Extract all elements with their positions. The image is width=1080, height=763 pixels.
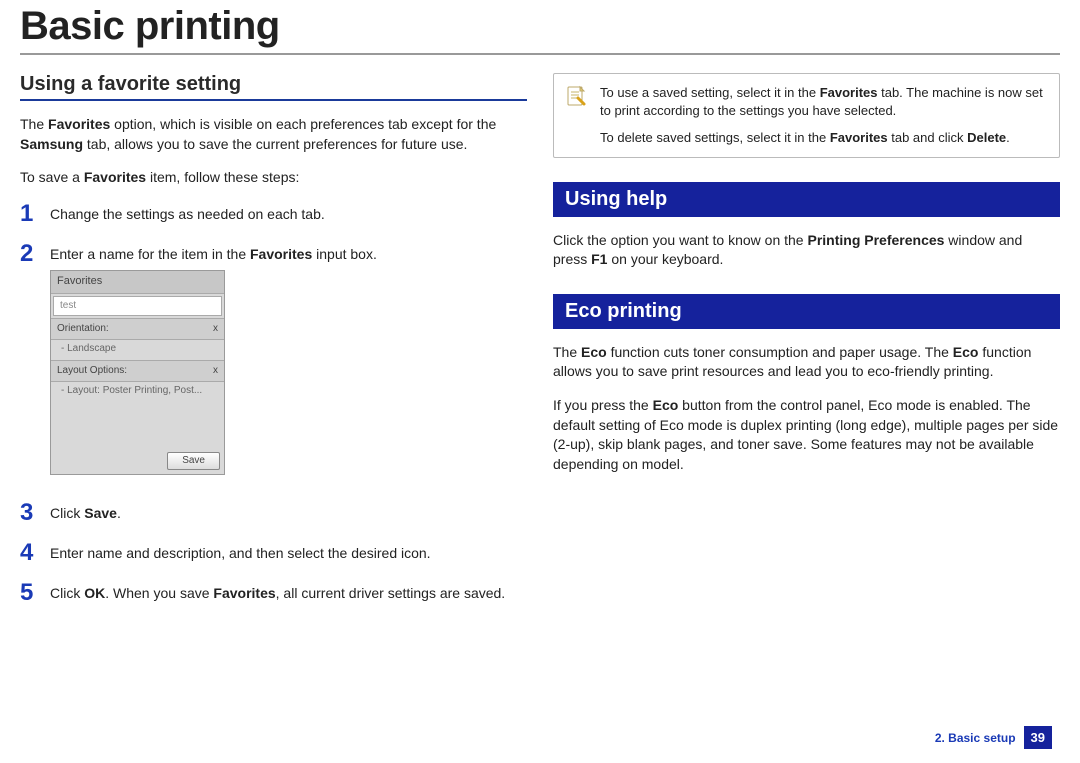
favorites-button-row: Save (51, 448, 224, 474)
step-body: Enter a name for the item in the Favorit… (50, 242, 527, 485)
step-number: 1 (20, 202, 50, 226)
note-text-2: To delete saved settings, select it in t… (600, 129, 1047, 147)
eco-body-1: The Eco function cuts toner consumption … (553, 343, 1060, 382)
left-intro: The Favorites option, which is visible o… (20, 115, 527, 154)
left-heading: Using a favorite setting (20, 73, 527, 101)
note-box: To use a saved setting, select it in the… (553, 73, 1060, 158)
layout-row[interactable]: Layout Options: x (51, 360, 224, 382)
eco-heading: Eco printing (553, 294, 1060, 329)
close-icon[interactable]: x (213, 322, 218, 336)
footer-chapter: 2. Basic setup (935, 731, 1016, 745)
orientation-value: - Landscape (51, 340, 224, 360)
help-body: Click the option you want to know on the… (553, 231, 1060, 270)
footer: 2. Basic setup 39 (935, 726, 1052, 749)
note-text-1: To use a saved setting, select it in the… (600, 84, 1047, 119)
left-save-intro: To save a Favorites item, follow these s… (20, 168, 527, 188)
note-icon (564, 84, 588, 108)
step-2: 2 Enter a name for the item in the Favor… (20, 242, 527, 485)
right-column: To use a saved setting, select it in the… (553, 73, 1060, 621)
step-body: Change the settings as needed on each ta… (50, 202, 527, 225)
left-column: Using a favorite setting The Favorites o… (20, 73, 527, 621)
step-number: 5 (20, 581, 50, 605)
eco-body-2: If you press the Eco button from the con… (553, 396, 1060, 474)
page-title: Basic printing (20, 0, 1060, 55)
steps-list: 1 Change the settings as needed on each … (20, 202, 527, 605)
layout-label: Layout Options: (57, 364, 127, 378)
step-1: 1 Change the settings as needed on each … (20, 202, 527, 226)
step-number: 3 (20, 501, 50, 525)
step-body: Enter name and description, and then sel… (50, 541, 527, 564)
orientation-row[interactable]: Orientation: x (51, 318, 224, 340)
step-5: 5 Click OK. When you save Favorites, all… (20, 581, 527, 605)
columns: Using a favorite setting The Favorites o… (20, 73, 1060, 621)
help-heading: Using help (553, 182, 1060, 217)
favorites-name-input[interactable]: test (53, 296, 222, 316)
step-body: Click OK. When you save Favorites, all c… (50, 581, 527, 604)
favorites-header: Favorites (51, 271, 224, 293)
favorites-panel: Favorites test Orientation: x - Landscap… (50, 270, 225, 474)
footer-page-number: 39 (1024, 726, 1052, 749)
layout-value: - Layout: Poster Printing, Post... (51, 382, 224, 402)
step-4: 4 Enter name and description, and then s… (20, 541, 527, 565)
step-3: 3 Click Save. (20, 501, 527, 525)
save-button[interactable]: Save (167, 452, 220, 470)
step-number: 2 (20, 242, 50, 266)
step-body: Click Save. (50, 501, 527, 524)
step-number: 4 (20, 541, 50, 565)
orientation-label: Orientation: (57, 322, 109, 336)
close-icon[interactable]: x (213, 364, 218, 378)
